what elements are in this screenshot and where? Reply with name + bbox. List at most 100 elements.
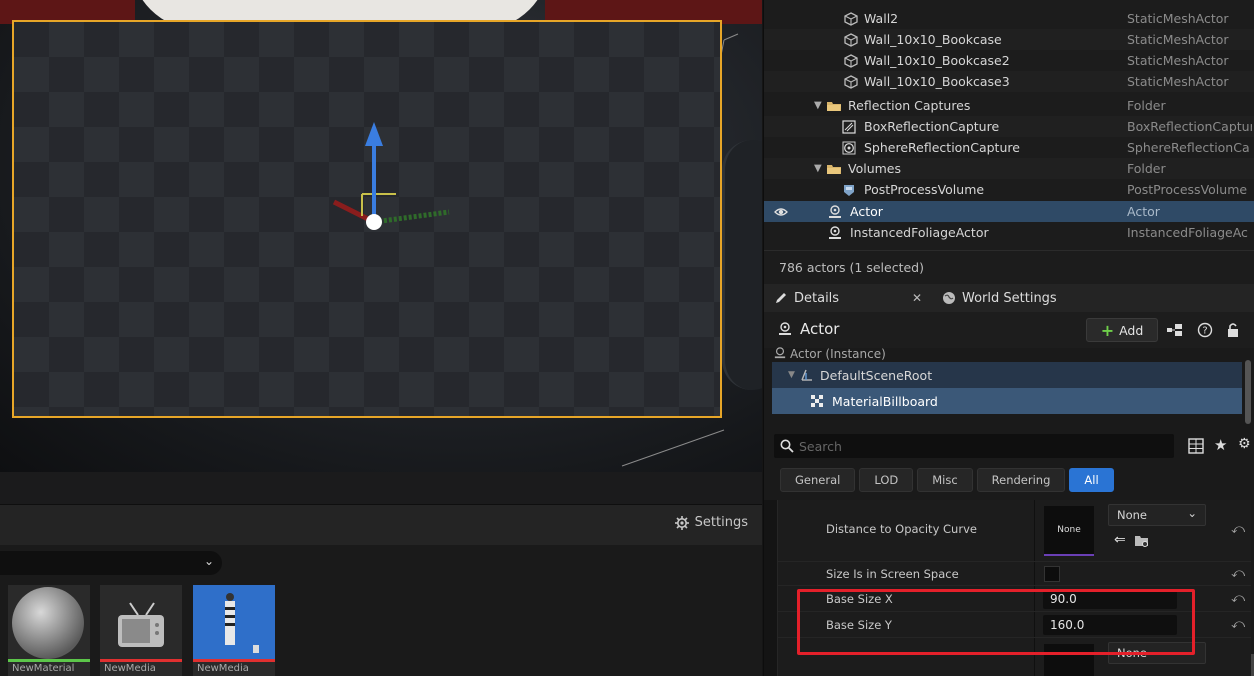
- chevron-down-icon: ⌄: [203, 554, 214, 568]
- outliner-row[interactable]: Wall_10x10_Bookcase2 StaticMeshActor: [764, 50, 1254, 71]
- outliner-label: Wall_10x10_Bookcase2: [864, 53, 1010, 68]
- property-row-screen-space: Size Is in Screen Space ⤺: [778, 562, 1251, 586]
- details-panel: Details ✕ World Settings Actor + Add ? A…: [763, 284, 1254, 676]
- expand-arrow-icon[interactable]: ▼: [814, 163, 822, 174]
- filter-tab-rendering[interactable]: Rendering: [976, 468, 1066, 492]
- lock-icon[interactable]: [1224, 322, 1242, 338]
- level-viewport[interactable]: [0, 0, 762, 472]
- asset-tile-media-preview[interactable]: NewMedia: [193, 585, 275, 676]
- component-material-billboard[interactable]: MaterialBillboard: [772, 388, 1242, 414]
- property-row-base-size-x: Base Size X 90.0 ⤺: [778, 586, 1251, 612]
- component-actor-instance[interactable]: Actor (Instance): [772, 346, 1242, 362]
- sphere-reflection-icon: [842, 141, 856, 154]
- outliner-row-selected[interactable]: Actor Actor: [764, 201, 1254, 222]
- filter-tab-general[interactable]: General: [780, 468, 856, 492]
- settings-button[interactable]: Settings: [674, 515, 748, 530]
- asset-dropdown-value: None: [1117, 646, 1148, 660]
- outliner-label: Volumes: [848, 161, 902, 176]
- expand-arrow-icon[interactable]: ▼: [788, 370, 795, 380]
- post-process-icon: [844, 184, 854, 196]
- svg-text:?: ?: [1202, 326, 1207, 337]
- component-scrollbar[interactable]: [1245, 360, 1251, 424]
- outliner-folder-row[interactable]: ▼ Reflection Captures Folder: [764, 95, 1254, 116]
- static-mesh-icon: [844, 74, 858, 89]
- outliner-label: Actor: [850, 204, 883, 219]
- search-icon: [780, 439, 794, 453]
- static-mesh-icon: [844, 53, 858, 68]
- details-search-input[interactable]: [774, 434, 1174, 458]
- asset-thumbnail[interactable]: [1044, 644, 1094, 676]
- curve-asset-value: None: [1117, 508, 1148, 522]
- curve-asset-dropdown[interactable]: None ⌄: [1108, 504, 1206, 526]
- star-icon[interactable]: ★: [1214, 436, 1227, 454]
- transform-gizmo[interactable]: [314, 122, 484, 262]
- filter-tab-bar: General LOD Misc Rendering All: [780, 468, 1114, 492]
- help-icon[interactable]: ?: [1196, 322, 1214, 338]
- gear-icon[interactable]: ⚙: [1238, 436, 1251, 452]
- actor-icon: [779, 322, 791, 335]
- reset-arrow-icon[interactable]: ⤺: [1231, 522, 1245, 537]
- blueprint-icon[interactable]: [1166, 322, 1184, 338]
- outliner-type: Folder: [1127, 98, 1166, 113]
- outliner-type: Actor: [1127, 204, 1160, 219]
- outliner-label: Reflection Captures: [848, 98, 971, 113]
- outliner-row[interactable]: InstancedFoliageActor InstancedFoliageAc: [764, 222, 1254, 243]
- reset-arrow-icon[interactable]: ⤺: [1231, 617, 1245, 632]
- asset-tile-material[interactable]: NewMaterial: [8, 585, 90, 676]
- asset-dropdown[interactable]: None ⌄: [1108, 642, 1206, 664]
- plus-icon: +: [1100, 320, 1115, 340]
- outliner-label: InstancedFoliageActor: [850, 225, 989, 240]
- outliner-folder-row[interactable]: ▼ Volumes Folder: [764, 158, 1254, 179]
- browse-folder-icon[interactable]: [1134, 534, 1150, 548]
- filter-tab-all[interactable]: All: [1069, 468, 1114, 492]
- curve-asset-thumbnail[interactable]: None: [1044, 506, 1094, 556]
- billboard-icon: [811, 395, 823, 407]
- property-list: Distance to Opacity Curve None None ⌄ ⇐ …: [764, 500, 1254, 676]
- static-mesh-icon: [844, 11, 858, 26]
- property-matrix-icon[interactable]: [1188, 438, 1204, 454]
- filter-tab-misc[interactable]: Misc: [917, 468, 973, 492]
- outliner-type: StaticMeshActor: [1127, 11, 1229, 26]
- screen-space-checkbox[interactable]: [1044, 566, 1060, 582]
- eye-icon[interactable]: [774, 205, 788, 219]
- outliner-row[interactable]: Wall2 StaticMeshActor: [764, 8, 1254, 29]
- outliner-row[interactable]: Wall_10x10_Bookcase StaticMeshActor: [764, 29, 1254, 50]
- property-row-opacity-curve: Distance to Opacity Curve None None ⌄ ⇐ …: [778, 500, 1251, 562]
- outliner-label: Wall2: [864, 11, 899, 26]
- base-size-y-input[interactable]: 160.0: [1043, 615, 1177, 635]
- use-selected-icon[interactable]: ⇐: [1114, 532, 1126, 548]
- component-tree: Actor (Instance) ▼ DefaultSceneRoot Mate…: [772, 347, 1242, 420]
- outliner-type: StaticMeshActor: [1127, 53, 1229, 68]
- actor-icon: [829, 225, 841, 239]
- filter-tab-lod[interactable]: LOD: [859, 468, 914, 492]
- outliner-row[interactable]: Wall_10x10_Bookcase3 StaticMeshActor: [764, 71, 1254, 92]
- component-label: DefaultSceneRoot: [820, 367, 933, 383]
- component-label: Actor (Instance): [790, 347, 886, 361]
- globe-icon: [943, 292, 955, 304]
- base-size-x-input[interactable]: 90.0: [1043, 589, 1177, 609]
- reset-arrow-icon[interactable]: ⤺: [1231, 591, 1245, 606]
- path-dropdown[interactable]: ⌄: [0, 551, 222, 575]
- component-default-scene-root[interactable]: ▼ DefaultSceneRoot: [772, 362, 1242, 388]
- add-component-button[interactable]: + Add: [1086, 318, 1158, 342]
- material-billboard-selected[interactable]: [12, 20, 722, 418]
- tab-details[interactable]: Details: [774, 284, 839, 312]
- tab-world-settings[interactable]: World Settings: [942, 284, 1057, 312]
- chevron-down-icon: ⌄: [1187, 506, 1197, 520]
- outliner-row[interactable]: PostProcessVolume PostProcessVolume: [764, 179, 1254, 200]
- box-reflection-icon: [842, 119, 856, 134]
- outliner-row[interactable]: SphereReflectionCapture SphereReflection…: [764, 137, 1254, 158]
- property-label: Base Size Y: [826, 618, 892, 632]
- outliner-label: Wall_10x10_Bookcase: [864, 32, 1002, 47]
- asset-name: NewMedia: [104, 663, 156, 674]
- material-sphere-thumbnail: [8, 585, 90, 659]
- outliner-type: InstancedFoliageAc: [1127, 225, 1248, 240]
- component-label: MaterialBillboard: [832, 393, 938, 409]
- expand-arrow-icon[interactable]: ▼: [814, 100, 822, 111]
- close-tab-icon[interactable]: ✕: [912, 284, 922, 312]
- details-tab-bar: Details ✕ World Settings: [764, 284, 1254, 312]
- scene-root-icon: [801, 369, 812, 381]
- reset-arrow-icon[interactable]: ⤺: [1231, 566, 1245, 581]
- asset-tile-media[interactable]: NewMedia: [100, 585, 182, 676]
- outliner-row[interactable]: BoxReflectionCapture BoxReflectionCaptur: [764, 116, 1254, 137]
